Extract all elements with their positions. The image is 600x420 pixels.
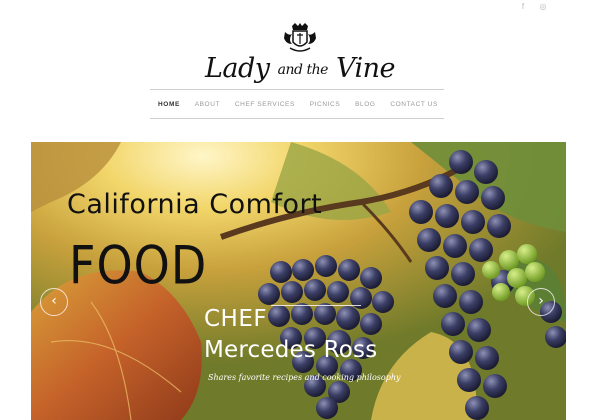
crest-icon [284,23,316,52]
slider-prev-button[interactable]: ‹ [40,288,68,316]
main-nav: HOME ABOUT CHEF SERVICES PICNICS BLOG CO… [150,89,444,119]
chef-name: Mercedes Ross [204,337,378,363]
site-logo[interactable]: Lady and the Vine [0,22,600,85]
nav-picnics[interactable]: PICNICS [310,101,341,108]
nav-about[interactable]: ABOUT [195,101,220,108]
nav-contact-us[interactable]: CONTACT US [390,101,438,108]
brand-wordmark: Lady and the Vine [205,53,396,84]
instagram-icon[interactable]: ◎ [538,2,548,12]
social-links: f ◎ [518,2,548,12]
nav-home[interactable]: HOME [158,101,180,108]
hero-headline-line2: FOOD [69,234,208,297]
nav-blog[interactable]: BLOG [355,101,375,108]
hero-headline-line1: California Comfort [67,189,323,220]
chef-title: CHEF [204,306,268,332]
facebook-icon[interactable]: f [518,2,528,12]
nav-chef-services[interactable]: CHEF SERVICES [235,101,295,108]
hero-tagline: Shares favorite recipes and cooking phil… [208,373,401,382]
slider-next-button[interactable]: › [527,288,555,316]
hero-divider [271,305,361,306]
hero-slider[interactable]: ‹ › California Comfort FOOD CHEF Mercede… [31,142,566,420]
